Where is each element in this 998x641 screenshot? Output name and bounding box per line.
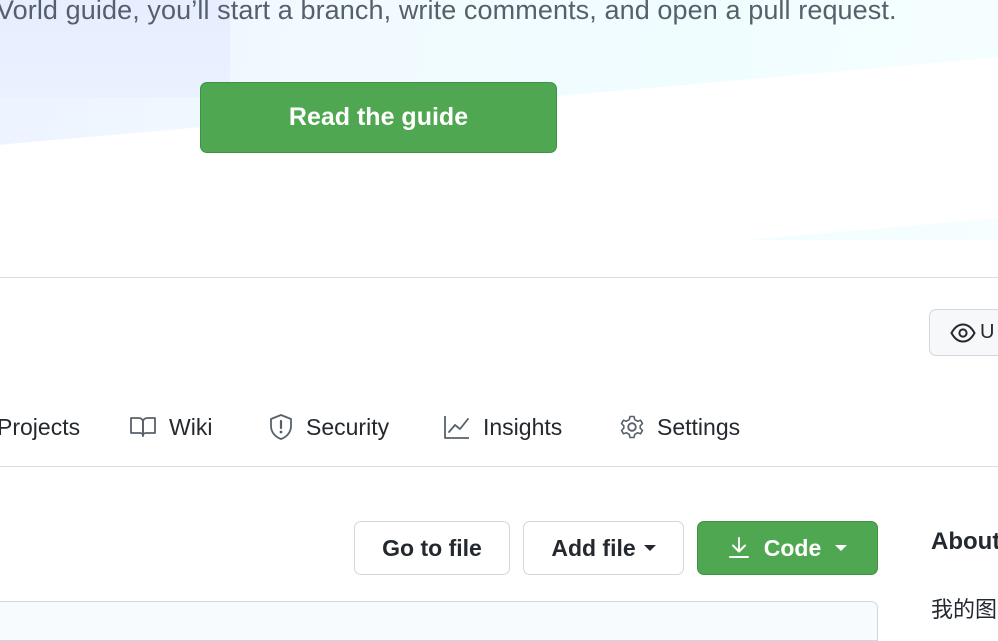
banner-text: Vorld guide, you’ll start a branch, writ… [0, 0, 897, 25]
watch-button-label: U [980, 321, 995, 343]
file-list-box [0, 601, 878, 641]
go-to-file-label: Go to file [382, 534, 482, 561]
code-button[interactable]: Code [697, 521, 878, 575]
section-divider [0, 277, 998, 278]
about-heading: About [931, 528, 998, 555]
tabs-divider [0, 466, 998, 467]
download-icon [728, 537, 749, 558]
gear-icon [620, 415, 644, 439]
tab-projects[interactable]: Projects [0, 408, 80, 446]
tab-insights-label: Insights [483, 413, 563, 440]
code-button-label: Code [763, 534, 822, 561]
tab-projects-label: Projects [0, 413, 81, 440]
book-icon [130, 417, 156, 437]
onboarding-banner: Vorld guide, you’ll start a branch, writ… [0, 0, 998, 240]
tab-settings-label: Settings [657, 413, 741, 440]
tab-wiki-label: Wiki [169, 413, 213, 440]
chevron-down-icon [835, 545, 848, 551]
tab-wiki[interactable]: Wiki [129, 408, 212, 446]
add-file-button[interactable]: Add file [523, 521, 684, 575]
add-file-label: Add file [551, 534, 636, 561]
graph-icon [444, 416, 469, 439]
go-to-file-button[interactable]: Go to file [354, 521, 510, 575]
tab-insights[interactable]: Insights [443, 408, 562, 446]
read-the-guide-button[interactable]: Read the guide [200, 82, 557, 153]
chevron-down-icon [643, 545, 656, 551]
about-description: 我的图 [931, 598, 998, 623]
tab-settings[interactable]: Settings [619, 408, 740, 446]
eye-icon [950, 322, 976, 343]
shield-icon [270, 414, 292, 440]
tab-security[interactable]: Security [268, 408, 389, 446]
watch-button[interactable]: U [929, 309, 998, 356]
tab-security-label: Security [306, 413, 390, 440]
